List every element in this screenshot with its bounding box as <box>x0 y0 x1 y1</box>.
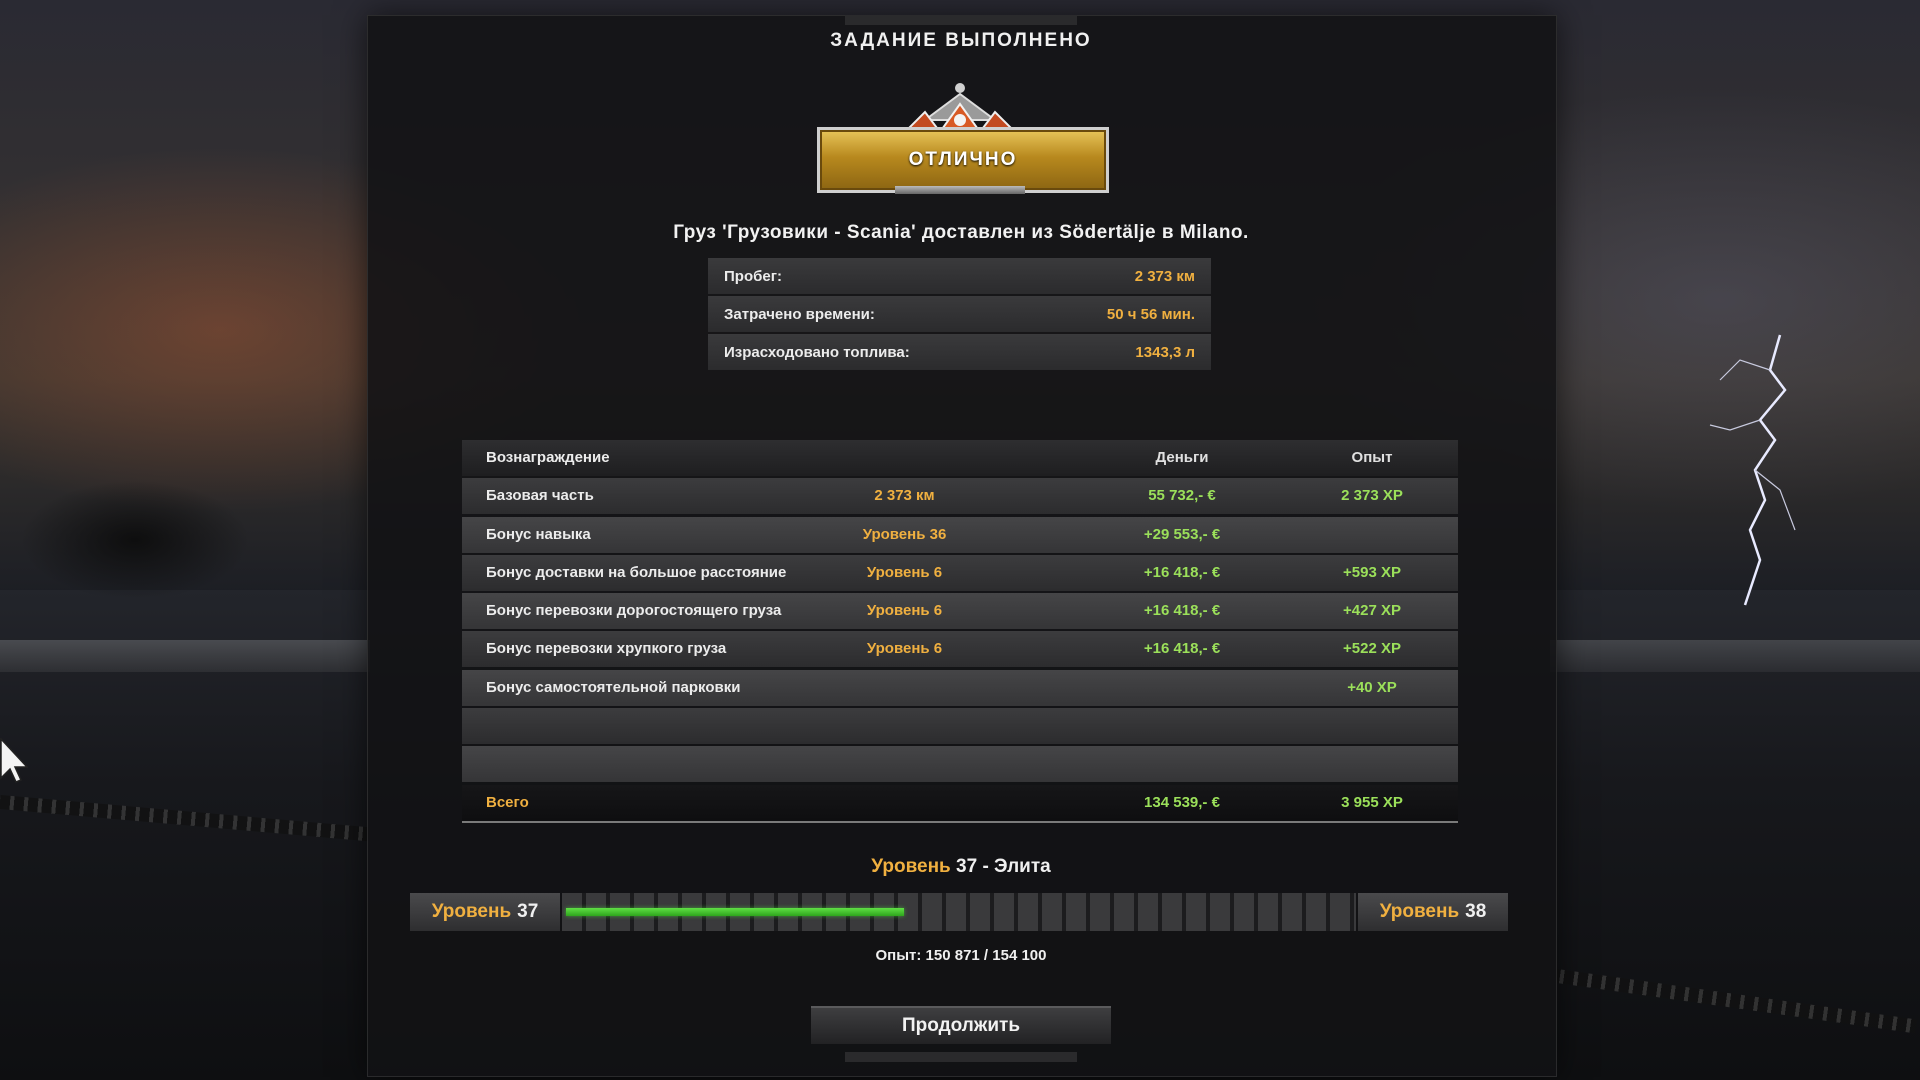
panel-bottom-notch <box>845 1052 1077 1062</box>
badge-bottom-bar <box>895 186 1025 194</box>
rewards-table: Вознаграждение Деньги Опыт Базовая часть… <box>462 440 1458 825</box>
reward-xp: 2 373 XP <box>1341 487 1403 505</box>
table-row: Бонус доставки на большое расстояние Уро… <box>462 554 1458 591</box>
reward-name: Бонус доставки на большое расстояние <box>486 563 787 581</box>
reward-xp: +593 XP <box>1343 563 1401 581</box>
total-label: Всего <box>486 793 529 811</box>
reward-xp: +522 XP <box>1343 640 1401 658</box>
rating-label: ОТЛИЧНО <box>817 127 1109 193</box>
header-xp: Опыт <box>1351 449 1393 466</box>
trip-stats: Пробег: 2 373 км Затрачено времени: 50 ч… <box>708 258 1211 372</box>
mouse-cursor-icon <box>0 738 28 783</box>
level-number: 37 <box>517 901 539 922</box>
stat-value: 50 ч 56 мин. <box>1106 305 1195 323</box>
reward-money: +29 553,- € <box>1143 525 1221 543</box>
reward-name: Бонус перевозки дорогостоящего груза <box>486 602 782 620</box>
header-reward: Вознаграждение <box>486 449 610 466</box>
reward-money: +16 418,- € <box>1143 640 1221 658</box>
stat-label: Затрачено времени: <box>724 305 875 323</box>
reward-param: Уровень 6 <box>866 640 943 658</box>
stat-time: Затрачено времени: 50 ч 56 мин. <box>708 296 1211 332</box>
stat-label: Пробег: <box>724 267 782 285</box>
level-rank: - Элита <box>982 856 1051 877</box>
background-guardrail-left <box>0 640 370 672</box>
reward-param: Уровень 6 <box>866 602 943 620</box>
table-row: Базовая часть 2 373 км 55 732,- € 2 373 … <box>462 478 1458 515</box>
stat-label: Израсходовано топлива: <box>724 343 910 361</box>
reward-money: +16 418,- € <box>1143 563 1221 581</box>
reward-name: Бонус навыка <box>486 525 591 543</box>
next-level-box: Уровень 38 <box>1358 893 1508 931</box>
xp-fill <box>566 908 904 916</box>
reward-money: 55 732,- € <box>1148 487 1216 505</box>
reward-name: Базовая часть <box>486 487 594 505</box>
stat-fuel: Израсходовано топлива: 1343,3 л <box>708 334 1211 370</box>
current-level-title: Уровень 37 - Элита <box>367 856 1555 878</box>
reward-param: Уровень 36 <box>862 525 947 543</box>
level-number: 38 <box>1465 901 1487 922</box>
level-number: 37 <box>956 856 978 877</box>
level-word: Уровень <box>1379 901 1460 922</box>
table-row: Бонус перевозки дорогостоящего груза Уро… <box>462 593 1458 630</box>
table-row: Бонус самостоятельной парковки +40 XP <box>462 669 1458 706</box>
stat-distance: Пробег: 2 373 км <box>708 258 1211 294</box>
lightning-bolt <box>1709 334 1796 606</box>
table-row: Бонус навыка Уровень 36 +29 553,- € <box>462 516 1458 553</box>
panel-top-notch <box>845 15 1077 25</box>
total-xp: 3 955 XP <box>1341 793 1403 811</box>
reward-money: +16 418,- € <box>1143 602 1221 620</box>
reward-xp: +427 XP <box>1343 602 1401 620</box>
total-money: 134 539,- € <box>1144 793 1220 811</box>
background-tree <box>20 480 250 600</box>
reward-name: Бонус самостоятельной парковки <box>486 678 741 696</box>
cargo-delivery-summary: Груз 'Грузовики - Scania' доставлен из S… <box>673 222 1249 243</box>
xp-readout: Опыт: 150 871 / 154 100 <box>875 947 1047 964</box>
table-row: Бонус перевозки хрупкого груза Уровень 6… <box>462 631 1458 668</box>
reward-param: Уровень 6 <box>866 563 943 581</box>
background-guardrail-right <box>1550 640 1920 672</box>
rating-badge: ОТЛИЧНО <box>815 82 1109 194</box>
level-word: Уровень <box>431 901 512 922</box>
reward-xp: +40 XP <box>1347 678 1397 696</box>
reward-param: 2 373 км <box>874 487 935 505</box>
rewards-total-row: Всего 134 539,- € 3 955 XP <box>462 784 1458 823</box>
stat-value: 1343,3 л <box>1135 343 1195 361</box>
stat-value: 2 373 км <box>1134 267 1195 285</box>
table-row-empty <box>462 708 1458 745</box>
current-level-box: Уровень 37 <box>410 893 560 931</box>
level-word: Уровень <box>871 856 951 877</box>
continue-button[interactable]: Продолжить <box>811 1006 1111 1044</box>
page-title: ЗАДАНИЕ ВЫПОЛНЕНО <box>830 30 1092 51</box>
rewards-header-row: Вознаграждение Деньги Опыт <box>462 440 1458 476</box>
xp-progress-bar: Уровень 37 Уровень 38 <box>410 893 1508 931</box>
table-row-empty <box>462 746 1458 783</box>
reward-name: Бонус перевозки хрупкого груза <box>486 640 727 658</box>
xp-track <box>562 893 1356 931</box>
header-money: Деньги <box>1155 449 1209 466</box>
